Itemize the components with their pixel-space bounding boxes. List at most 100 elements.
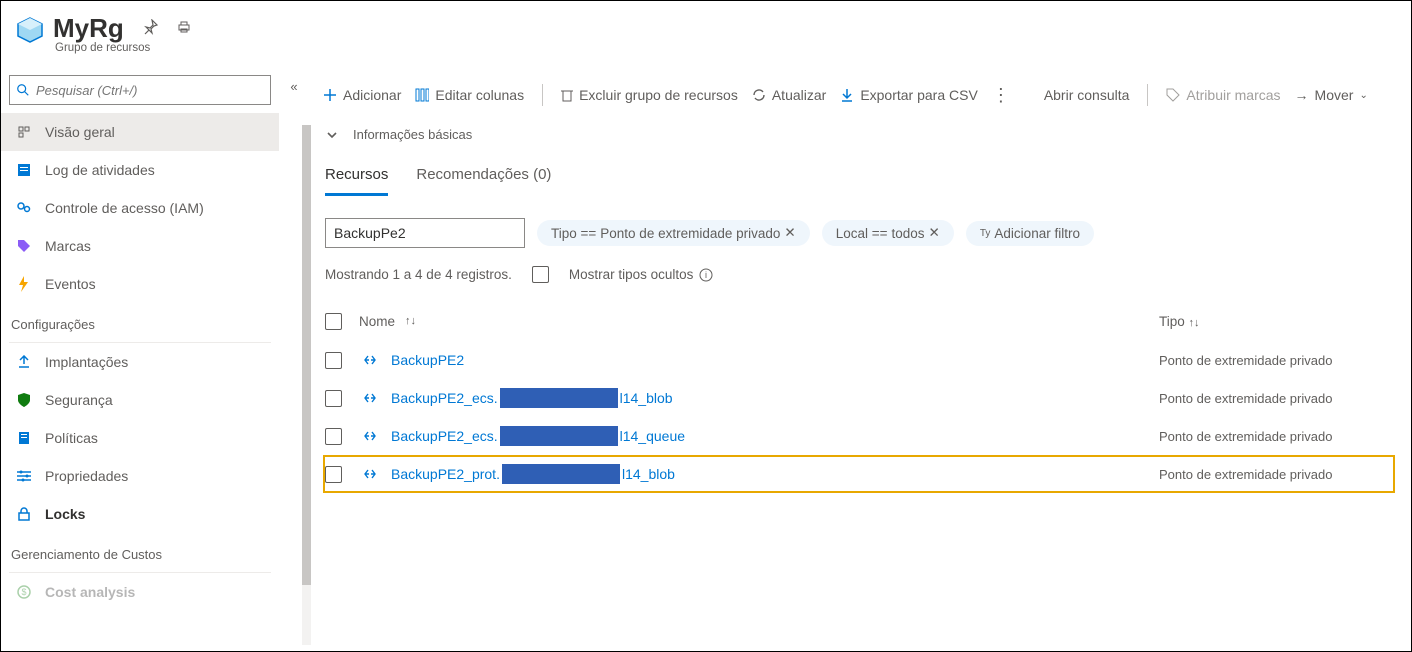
column-name-label: Nome xyxy=(359,314,395,329)
resource-link[interactable]: BackupPE2 xyxy=(391,352,466,368)
print-icon[interactable] xyxy=(176,19,192,38)
table-row[interactable]: BackupPE2_prot.l14_blob Ponto de extremid… xyxy=(323,455,1395,493)
delete-rg-button[interactable]: Excluir grupo de recursos xyxy=(555,83,744,107)
add-filter-button[interactable]: Ty Adicionar filtro xyxy=(966,221,1094,246)
table-row[interactable]: BackupPE2_ecs.l14_queuePonto de extremid… xyxy=(325,417,1395,455)
sidebar-collapse-button[interactable]: « xyxy=(279,71,309,94)
main-content: Adicionar Editar colunas Excluir grupo d… xyxy=(309,71,1411,651)
sidebar-item-security[interactable]: Segurança xyxy=(1,381,279,419)
sidebar-item-label: Segurança xyxy=(45,392,113,408)
essentials-label: Informações básicas xyxy=(353,127,472,142)
properties-icon xyxy=(15,470,33,482)
info-icon[interactable]: i xyxy=(699,268,713,282)
sidebar-item-properties[interactable]: Propriedades xyxy=(1,457,279,495)
activity-log-icon xyxy=(15,163,33,177)
kebab-menu[interactable]: ⋮ xyxy=(986,81,1016,110)
row-checkbox[interactable] xyxy=(325,390,342,407)
iam-icon xyxy=(15,201,33,215)
sidebar-section-settings: Configurações xyxy=(1,303,279,342)
add-button[interactable]: Adicionar xyxy=(317,83,407,107)
sidebar-item-label: Visão geral xyxy=(45,124,115,140)
select-all-checkbox[interactable] xyxy=(325,313,342,330)
filter-pill-location[interactable]: Local == todos ✕ xyxy=(822,220,954,246)
columns-icon xyxy=(415,88,429,102)
resource-link[interactable]: BackupPE2_ecs. l14_queue xyxy=(391,426,685,446)
filter-name-input[interactable] xyxy=(325,218,525,248)
move-label: Mover xyxy=(1315,87,1354,103)
result-meta: Mostrando 1 a 4 de 4 registros. Mostrar … xyxy=(309,256,1411,301)
search-icon xyxy=(16,83,30,97)
open-query-label: Abrir consulta xyxy=(1044,87,1130,103)
page-title: MyRg xyxy=(53,13,124,44)
sidebar-item-locks[interactable]: Locks xyxy=(1,495,279,533)
sidebar-item-label: Implantações xyxy=(45,354,128,370)
lock-icon xyxy=(15,507,33,521)
resource-name-prefix: BackupPE2 xyxy=(391,352,464,368)
cost-analysis-icon: $ xyxy=(15,585,33,599)
assign-tags-button[interactable]: Atribuir marcas xyxy=(1160,83,1286,107)
refresh-button[interactable]: Atualizar xyxy=(746,83,832,107)
sidebar-item-activity-log[interactable]: Log de atividades xyxy=(1,151,279,189)
filter-bar: Tipo == Ponto de extremidade privado ✕ L… xyxy=(309,196,1411,256)
sidebar-search-input[interactable] xyxy=(36,83,264,98)
sidebar-item-policies[interactable]: Políticas xyxy=(1,419,279,457)
delete-rg-label: Excluir grupo de recursos xyxy=(579,87,738,103)
tags-icon xyxy=(15,239,33,253)
export-csv-label: Exportar para CSV xyxy=(860,87,978,103)
column-header-type[interactable]: Tipo ↑↓ xyxy=(1159,314,1395,329)
edit-columns-label: Editar colunas xyxy=(435,87,524,103)
page-subtitle: Grupo de recursos xyxy=(55,42,192,54)
refresh-label: Atualizar xyxy=(772,87,826,103)
add-label: Adicionar xyxy=(343,87,401,103)
table-row[interactable]: BackupPE2 Ponto de extremidade privado xyxy=(325,341,1395,379)
open-query-button[interactable]: Abrir consulta xyxy=(1038,83,1136,107)
sidebar-item-label: Marcas xyxy=(45,238,91,254)
svg-text:i: i xyxy=(705,270,707,280)
sidebar-item-events[interactable]: Eventos xyxy=(1,265,279,303)
deployments-icon xyxy=(15,355,33,369)
tab-recommendations[interactable]: Recomendações (0) xyxy=(416,162,551,196)
command-bar: Adicionar Editar colunas Excluir grupo d… xyxy=(309,71,1411,119)
show-hidden-checkbox[interactable] xyxy=(532,266,549,283)
resource-name-suffix: l14_blob xyxy=(622,466,675,482)
filter-pill-type[interactable]: Tipo == Ponto de extremidade privado ✕ xyxy=(537,220,810,246)
move-button[interactable]: → Mover ⌄ xyxy=(1289,83,1374,107)
sidebar-item-cost-analysis[interactable]: $ Cost analysis xyxy=(1,573,279,611)
close-icon[interactable]: ✕ xyxy=(929,225,940,241)
column-header-name[interactable]: Nome ↑↓ xyxy=(359,314,1159,329)
sidebar-item-deployments[interactable]: Implantações xyxy=(1,343,279,381)
private-endpoint-icon xyxy=(359,390,381,406)
tab-resources[interactable]: Recursos xyxy=(325,162,388,196)
filter-type-value: Ponto de extremidade privado xyxy=(600,226,780,241)
row-checkbox[interactable] xyxy=(325,428,342,445)
private-endpoint-icon xyxy=(359,466,381,482)
row-checkbox[interactable] xyxy=(325,466,342,483)
sidebar-item-iam[interactable]: Controle de acesso (IAM) xyxy=(1,189,279,227)
resource-link[interactable]: BackupPE2_prot.l14_blob xyxy=(391,464,675,484)
add-filter-prefix: Ty xyxy=(980,228,991,239)
table-row[interactable]: BackupPE2_ecs.l14_blobPonto de extremida… xyxy=(325,379,1395,417)
sidebar-item-label: Locks xyxy=(45,506,85,522)
table-header: Nome ↑↓ Tipo ↑↓ xyxy=(325,301,1395,341)
edit-columns-button[interactable]: Editar colunas xyxy=(409,83,530,107)
sidebar-item-label: Eventos xyxy=(45,276,96,292)
resource-type-cell: Ponto de extremidade privado xyxy=(1159,353,1395,368)
assign-tags-label: Atribuir marcas xyxy=(1186,87,1280,103)
sidebar-item-label: Log de atividades xyxy=(45,162,155,178)
export-csv-button[interactable]: Exportar para CSV xyxy=(834,83,984,107)
resource-link[interactable]: BackupPE2_ecs.l14_blob xyxy=(391,388,673,408)
sidebar-search[interactable] xyxy=(9,75,271,105)
resource-group-icon xyxy=(13,13,47,47)
resource-name-prefix: BackupPE2_ecs. xyxy=(391,428,498,444)
sidebar-item-tags[interactable]: Marcas xyxy=(1,227,279,265)
row-checkbox[interactable] xyxy=(325,352,342,369)
pin-icon[interactable] xyxy=(142,19,158,38)
close-icon[interactable]: ✕ xyxy=(784,225,795,241)
essentials-bar[interactable]: Informações básicas xyxy=(309,119,1411,162)
sidebar-item-overview[interactable]: Visão geral xyxy=(1,113,279,151)
download-icon xyxy=(840,88,854,102)
add-filter-label: Adicionar filtro xyxy=(994,226,1080,241)
toolbar-separator xyxy=(542,84,543,106)
resource-type-cell: Ponto de extremidade privado xyxy=(1159,467,1393,482)
resource-name-suffix: l14_queue xyxy=(620,428,685,444)
